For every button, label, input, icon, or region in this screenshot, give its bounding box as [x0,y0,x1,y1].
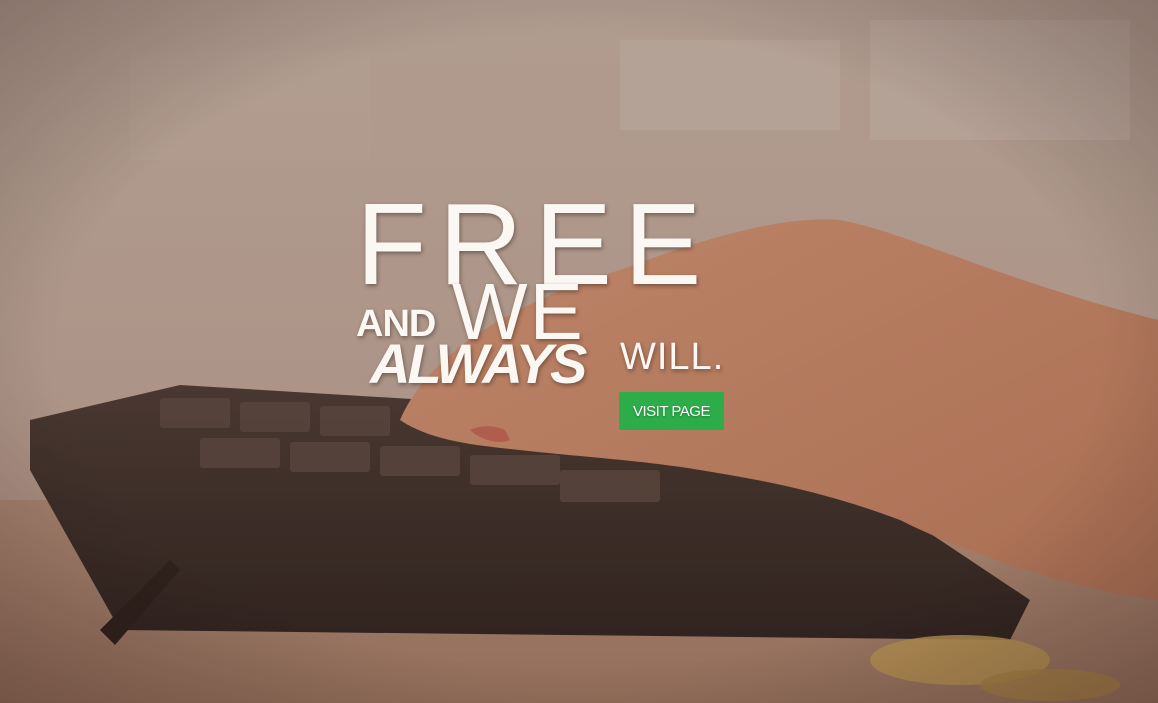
headline-word-will: WILL. [620,336,725,378]
headline-word-always: ALWAYS [370,332,587,395]
hero-headline: FREE AND WE ALWAYS WILL. [0,0,1158,703]
hero-section: FREE AND WE ALWAYS WILL. VISIT PAGE [0,0,1158,703]
visit-page-button[interactable]: VISIT PAGE [619,392,724,430]
